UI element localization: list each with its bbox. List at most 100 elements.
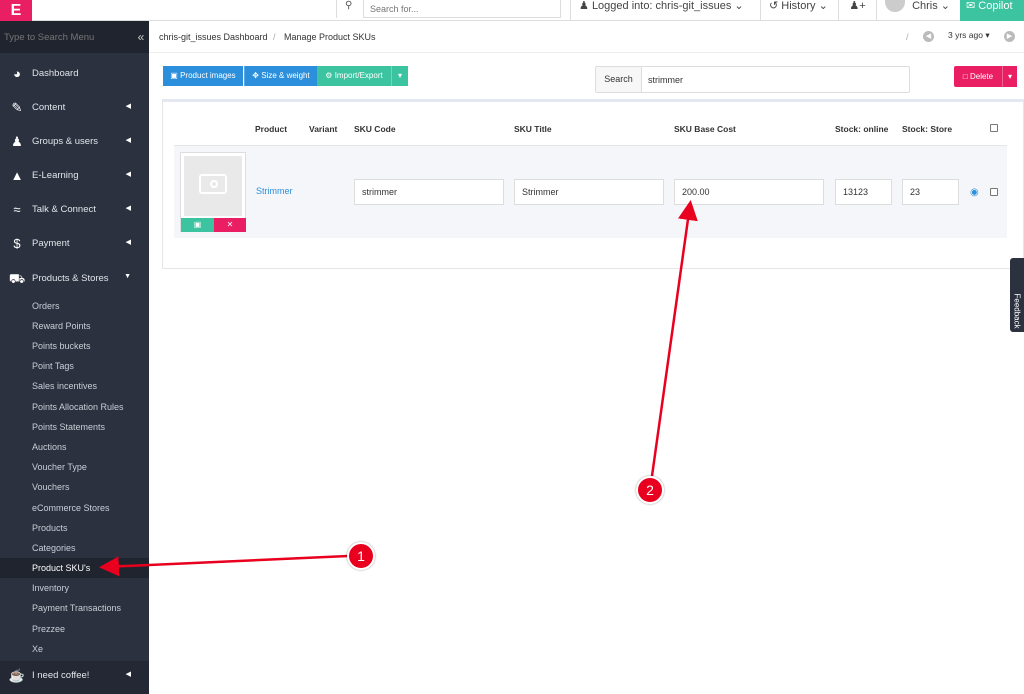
sidebar-subitem-payment-transactions[interactable]: Payment Transactions — [0, 598, 149, 618]
sidebar-item-e-learning[interactable]: ▲ E-Learning ◀ — [0, 161, 149, 191]
history-icon: ↺ — [769, 0, 779, 12]
sku-code-input[interactable] — [354, 179, 504, 205]
sidebar-item-coffee[interactable]: ☕ I need coffee! ◀ — [0, 661, 149, 694]
sidebar-subitem-orders[interactable]: Orders — [0, 296, 149, 316]
next-icon[interactable]: ▶ — [1004, 31, 1015, 42]
user-plus-icon: ♟+ — [849, 0, 866, 12]
edit-image-button[interactable]: ▣ — [181, 218, 214, 232]
time-ago-dropdown[interactable]: 3 yrs ago ▾ — [948, 30, 990, 41]
column-header-sku-title: SKU Title — [514, 124, 552, 134]
breadcrumb-dashboard-link[interactable]: chris-git_issues Dashboard — [159, 32, 268, 42]
image-icon: ▣ — [170, 71, 178, 80]
import-export-button[interactable]: ⚙ Import/Export — [317, 66, 391, 86]
remove-image-button[interactable]: ✕ — [214, 218, 246, 232]
collapse-sidebar-icon[interactable]: « — [135, 29, 147, 45]
copilot-label: Copilot — [978, 0, 1013, 12]
size-weight-label: Size & weight — [261, 71, 310, 80]
prev-icon[interactable]: ◀ — [923, 31, 934, 42]
column-header-sku-code: SKU Code — [354, 124, 396, 134]
sidebar-subitem-voucher-type[interactable]: Voucher Type — [0, 457, 149, 477]
delete-dropdown[interactable]: ▾ — [1002, 66, 1017, 87]
dollar-icon: $ — [13, 236, 21, 251]
sidebar-item-payment[interactable]: $ Payment ◀ — [0, 229, 149, 259]
sidebar-subitem-point-tags[interactable]: Point Tags — [0, 356, 149, 376]
chevron-down-icon: ⌄ — [818, 0, 828, 12]
import-export-label: Import/Export — [334, 71, 383, 80]
sku-search-input[interactable] — [648, 71, 903, 88]
sidebar-subitem-categories[interactable]: Categories — [0, 538, 149, 558]
breadcrumb-separator: / — [273, 32, 276, 42]
logged-into-label: Logged into: chris-git_issues — [591, 0, 732, 12]
logged-into-menu[interactable]: ♟ Logged into: chris-git_issues ⌄ — [570, 0, 760, 21]
sidebar-subitem-sales-incentives[interactable]: Sales incentives — [0, 376, 149, 396]
main-content: ▣ Product images ✥ Size & weight ⚙ Impor… — [149, 53, 1024, 694]
product-images-button[interactable]: ▣ Product images — [163, 66, 243, 86]
annotation-badge-1: 1 — [347, 542, 375, 570]
sidebar-search: « — [0, 21, 149, 53]
delete-button[interactable]: □ Delete — [954, 66, 1002, 87]
annotation-badge-2: 2 — [636, 476, 664, 504]
product-image-card: ▣ ✕ — [180, 152, 246, 232]
history-label: History — [781, 0, 816, 12]
copilot-button[interactable]: ✉ Copilot — [960, 0, 1024, 21]
stock-online-input[interactable] — [835, 179, 892, 205]
sku-base-cost-input[interactable] — [674, 179, 824, 205]
sidebar-subitem-xe[interactable]: Xe — [0, 639, 149, 659]
sidebar-subitem-inventory[interactable]: Inventory — [0, 578, 149, 598]
row-checkbox[interactable] — [990, 188, 998, 196]
feedback-tab[interactable]: Feedback — [1010, 258, 1024, 332]
column-header-stock-store: Stock: Store — [902, 124, 953, 134]
camera-lens — [210, 180, 218, 188]
search-icon: ⚲ — [345, 0, 353, 11]
view-eye-icon[interactable]: ◉ — [970, 187, 979, 198]
sidebar-subitem-ecommerce-stores[interactable]: eCommerce Stores — [0, 498, 149, 518]
global-search-input[interactable] — [363, 0, 561, 18]
dashboard-icon: ◕ — [13, 66, 21, 81]
sidebar-subitem-points-buckets[interactable]: Points buckets — [0, 336, 149, 356]
arrows-icon: ✥ — [252, 71, 259, 80]
coffee-icon: ☕ — [8, 668, 26, 683]
sku-table-panel: Product Variant SKU Code SKU Title SKU B… — [162, 99, 1024, 269]
size-weight-button[interactable]: ✥ Size & weight — [244, 66, 317, 86]
sidebar: « ◕ Dashboard ✎ Content ◀ ♟ Groups & use… — [0, 21, 149, 694]
top-bar: E ⚲ ♟ Logged into: chris-git_issues ⌄ ↺ … — [0, 0, 1024, 21]
caret-left-icon: ◀ — [125, 671, 131, 678]
app-logo[interactable]: E — [0, 0, 32, 21]
graduation-cap-icon: ▲ — [10, 168, 24, 183]
feedback-label: Feedback — [1012, 293, 1022, 329]
sidebar-item-talk-connect[interactable]: ≈ Talk & Connect ◀ — [0, 195, 149, 225]
rss-icon: ≈ — [13, 202, 21, 217]
sidebar-item-dashboard[interactable]: ◕ Dashboard — [0, 59, 149, 89]
select-all-checkbox[interactable] — [990, 124, 998, 132]
add-user-button[interactable]: ♟+ — [838, 0, 876, 21]
sidebar-item-products-stores[interactable]: ⛟ Products & Stores ▼ — [0, 264, 149, 294]
sidebar-item-content[interactable]: ✎ Content ◀ — [0, 93, 149, 123]
history-menu[interactable]: ↺ History ⌄ — [760, 0, 838, 21]
avatar — [885, 0, 905, 12]
sidebar-item-groups-users[interactable]: ♟ Groups & users ◀ — [0, 127, 149, 157]
breadcrumb-current: Manage Product SKUs — [284, 32, 376, 42]
sidebar-search-input[interactable] — [0, 21, 135, 53]
sidebar-subitem-prezzee[interactable]: Prezzee — [0, 619, 149, 639]
sidebar-subitem-products[interactable]: Products — [0, 518, 149, 538]
sidebar-subitem-vouchers[interactable]: Vouchers — [0, 477, 149, 497]
caret-down-icon: ▾ — [985, 30, 990, 40]
stock-store-input[interactable] — [902, 179, 959, 205]
caret-left-icon: ◀ — [125, 205, 131, 212]
delete-label: Delete — [969, 71, 994, 81]
sidebar-subitem-reward-points[interactable]: Reward Points — [0, 316, 149, 336]
sidebar-subitem-points-statements[interactable]: Points Statements — [0, 417, 149, 437]
users-icon: ♟ — [579, 0, 589, 12]
user-menu[interactable]: Chris ⌄ — [876, 0, 960, 21]
sidebar-subitem-auctions[interactable]: Auctions — [0, 437, 149, 457]
sidebar-subitem-product-skus[interactable]: Product SKU's — [0, 558, 149, 578]
chat-icon: ✉ — [966, 0, 976, 12]
import-export-dropdown[interactable]: ▾ — [391, 66, 408, 86]
product-link[interactable]: Strimmer — [256, 186, 293, 196]
caret-down-icon: ▼ — [124, 273, 131, 280]
table-row: ▣ ✕ Strimmer ◉ — [174, 145, 1007, 238]
sku-title-input[interactable] — [514, 179, 664, 205]
column-header-stock-online: Stock: online — [835, 124, 889, 134]
sku-search: Search — [595, 66, 910, 93]
sidebar-subitem-points-allocation-rules[interactable]: Points Allocation Rules — [0, 397, 149, 417]
